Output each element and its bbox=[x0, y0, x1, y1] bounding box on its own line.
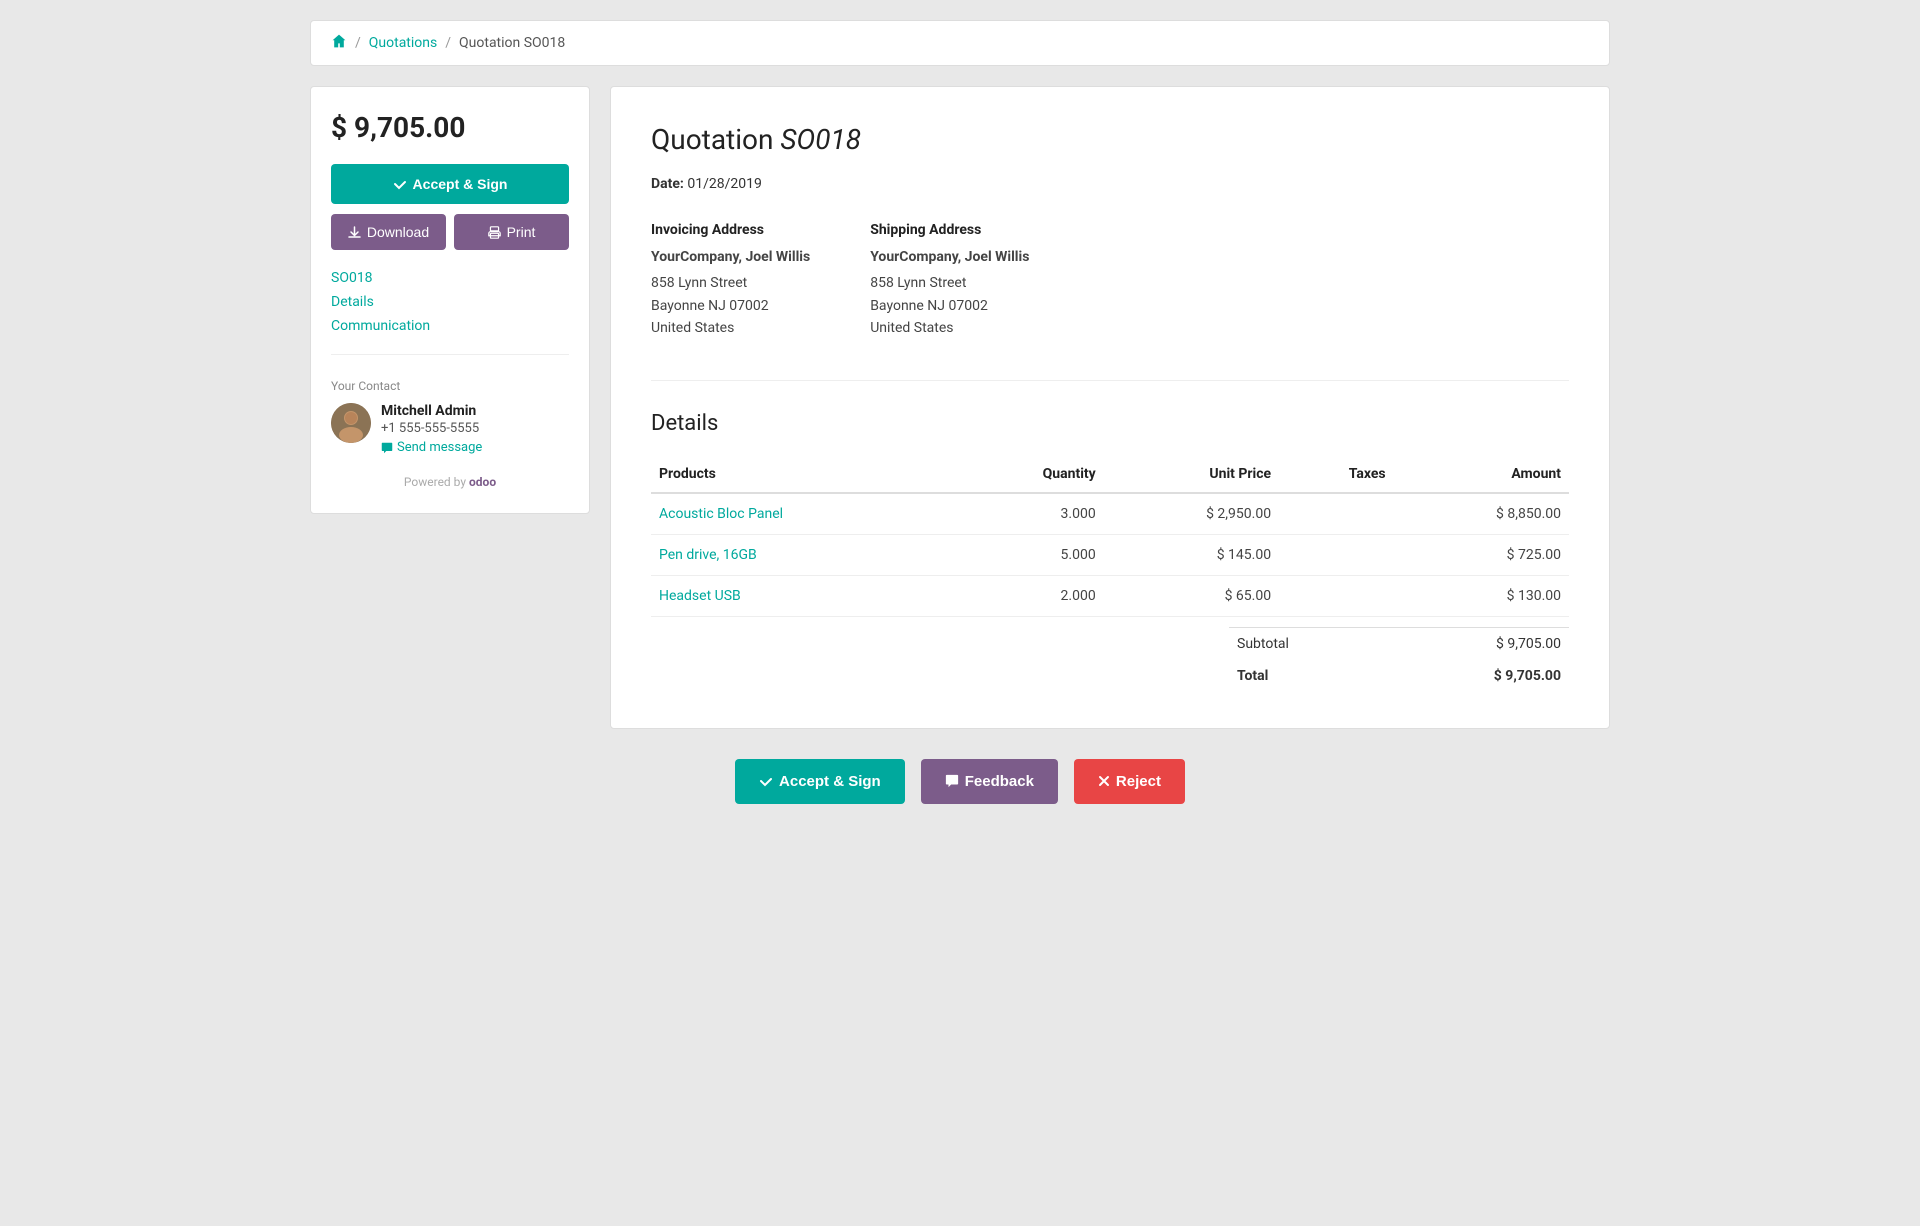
product-quantity: 5.000 bbox=[954, 534, 1104, 575]
table-row: Headset USB 2.000 $ 65.00 $ 130.00 bbox=[651, 575, 1569, 616]
send-message-link[interactable]: Send message bbox=[381, 440, 482, 455]
product-quantity: 2.000 bbox=[954, 575, 1104, 616]
feedback-icon bbox=[945, 774, 959, 788]
home-icon[interactable] bbox=[331, 33, 347, 53]
totals-section: Subtotal $ 9,705.00 Total $ 9,705.00 bbox=[651, 627, 1569, 692]
table-row: Acoustic Bloc Panel 3.000 $ 2,950.00 $ 8… bbox=[651, 493, 1569, 535]
shipping-address: Shipping Address YourCompany, Joel Willi… bbox=[870, 222, 1029, 340]
product-name[interactable]: Acoustic Bloc Panel bbox=[651, 493, 954, 535]
odoo-brand: odoo bbox=[469, 475, 496, 489]
product-taxes bbox=[1279, 493, 1394, 535]
check-icon-bottom bbox=[759, 774, 773, 788]
invoicing-address-heading: Invoicing Address bbox=[651, 222, 810, 238]
bottom-reject-button[interactable]: Reject bbox=[1074, 759, 1185, 804]
sidebar-price: $ 9,705.00 bbox=[331, 111, 569, 144]
sidebar-action-buttons: Download Print bbox=[331, 214, 569, 250]
totals-table: Subtotal $ 9,705.00 Total $ 9,705.00 bbox=[1229, 627, 1569, 692]
product-taxes bbox=[1279, 534, 1394, 575]
bottom-feedback-button[interactable]: Feedback bbox=[921, 759, 1058, 804]
subtotal-value: $ 9,705.00 bbox=[1496, 636, 1561, 652]
sidebar-nav-communication[interactable]: Communication bbox=[331, 318, 569, 334]
print-icon bbox=[488, 226, 501, 239]
product-amount: $ 130.00 bbox=[1394, 575, 1569, 616]
addresses: Invoicing Address YourCompany, Joel Will… bbox=[651, 222, 1569, 340]
print-button[interactable]: Print bbox=[454, 214, 569, 250]
col-header-products: Products bbox=[651, 456, 954, 493]
product-name[interactable]: Pen drive, 16GB bbox=[651, 534, 954, 575]
contact-details: Mitchell Admin +1 555-555-5555 Send mess… bbox=[381, 403, 482, 455]
download-icon bbox=[348, 226, 361, 239]
shipping-company: YourCompany, Joel Willis bbox=[870, 246, 1029, 268]
total-label: Total bbox=[1237, 668, 1268, 684]
sidebar-accept-sign-button[interactable]: Accept & Sign bbox=[331, 164, 569, 204]
subtotal-label: Subtotal bbox=[1237, 636, 1289, 652]
product-name[interactable]: Headset USB bbox=[651, 575, 954, 616]
product-unit-price: $ 145.00 bbox=[1104, 534, 1279, 575]
table-row: Pen drive, 16GB 5.000 $ 145.00 $ 725.00 bbox=[651, 534, 1569, 575]
details-title: Details bbox=[651, 380, 1569, 436]
contact-label: Your Contact bbox=[331, 379, 569, 393]
bottom-accept-sign-button[interactable]: Accept & Sign bbox=[735, 759, 905, 804]
invoicing-street: 858 Lynn Street bbox=[651, 272, 810, 294]
subtotal-row: Subtotal $ 9,705.00 bbox=[1229, 627, 1569, 660]
sidebar-nav-details[interactable]: Details bbox=[331, 294, 569, 310]
breadcrumb-sep1: / bbox=[355, 35, 361, 51]
product-unit-price: $ 65.00 bbox=[1104, 575, 1279, 616]
breadcrumb-sep2: / bbox=[445, 35, 451, 51]
invoicing-country: United States bbox=[651, 317, 810, 339]
invoicing-city-state: Bayonne NJ 07002 bbox=[651, 295, 810, 317]
contact-info: Mitchell Admin +1 555-555-5555 Send mess… bbox=[331, 403, 569, 455]
product-unit-price: $ 2,950.00 bbox=[1104, 493, 1279, 535]
product-taxes bbox=[1279, 575, 1394, 616]
quotation-title: Quotation SO018 bbox=[651, 123, 1569, 156]
download-button[interactable]: Download bbox=[331, 214, 446, 250]
col-header-quantity: Quantity bbox=[954, 456, 1104, 493]
bottom-actions: Accept & Sign Feedback Reject bbox=[310, 729, 1610, 814]
shipping-country: United States bbox=[870, 317, 1029, 339]
total-value: $ 9,705.00 bbox=[1494, 668, 1561, 684]
avatar bbox=[331, 403, 371, 443]
x-icon bbox=[1098, 775, 1110, 787]
main-content: Quotation SO018 Date: 01/28/2019 Invoici… bbox=[610, 86, 1610, 729]
message-icon bbox=[381, 442, 393, 454]
product-amount: $ 8,850.00 bbox=[1394, 493, 1569, 535]
contact-name: Mitchell Admin bbox=[381, 403, 482, 419]
products-table: Products Quantity Unit Price Taxes Amoun… bbox=[651, 456, 1569, 617]
product-quantity: 3.000 bbox=[954, 493, 1104, 535]
col-header-amount: Amount bbox=[1394, 456, 1569, 493]
contact-section: Your Contact Mitchell Admin +1 555-555-5… bbox=[331, 379, 569, 455]
shipping-street: 858 Lynn Street bbox=[870, 272, 1029, 294]
sidebar-nav-so018[interactable]: SO018 bbox=[331, 270, 569, 286]
shipping-city-state: Bayonne NJ 07002 bbox=[870, 295, 1029, 317]
shipping-address-heading: Shipping Address bbox=[870, 222, 1029, 238]
quotation-date: Date: 01/28/2019 bbox=[651, 176, 1569, 192]
sidebar: $ 9,705.00 Accept & Sign Download bbox=[310, 86, 590, 514]
total-row: Total $ 9,705.00 bbox=[1229, 660, 1569, 692]
contact-phone: +1 555-555-5555 bbox=[381, 421, 482, 436]
check-icon bbox=[393, 177, 407, 191]
breadcrumb: / Quotations / Quotation SO018 bbox=[310, 20, 1610, 66]
invoicing-company: YourCompany, Joel Willis bbox=[651, 246, 810, 268]
col-header-unit-price: Unit Price bbox=[1104, 456, 1279, 493]
breadcrumb-current: Quotation SO018 bbox=[459, 35, 565, 51]
sidebar-navigation: SO018 Details Communication bbox=[331, 270, 569, 355]
product-amount: $ 725.00 bbox=[1394, 534, 1569, 575]
invoicing-address: Invoicing Address YourCompany, Joel Will… bbox=[651, 222, 810, 340]
col-header-taxes: Taxes bbox=[1279, 456, 1394, 493]
breadcrumb-quotations[interactable]: Quotations bbox=[369, 35, 437, 51]
powered-by: Powered by odoo bbox=[331, 475, 569, 489]
